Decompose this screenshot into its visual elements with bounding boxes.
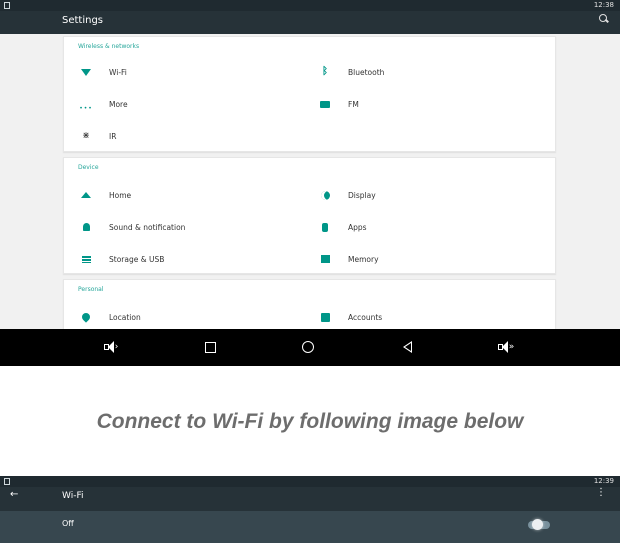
settings-toolbar: Settings (0, 11, 620, 34)
navigation-bar: › » (0, 329, 620, 366)
section-header: Wireless & networks (78, 43, 140, 50)
display-icon (319, 189, 331, 201)
overflow-menu-icon[interactable]: ⋮ (596, 488, 606, 498)
accounts-icon (319, 311, 331, 323)
settings-item-fm[interactable]: FM (319, 96, 359, 112)
page-title: Wi-Fi (62, 491, 84, 501)
more-dots-icon (80, 98, 92, 110)
search-icon[interactable] (599, 14, 608, 23)
settings-item-location[interactable]: Location (80, 309, 141, 325)
status-bar: 12:39 (0, 476, 620, 487)
bell-icon (80, 221, 92, 233)
wifi-toggle-switch[interactable] (528, 519, 550, 530)
home-icon (80, 189, 92, 201)
settings-item-display[interactable]: Display (319, 187, 376, 203)
settings-item-accounts[interactable]: Accounts (319, 309, 382, 325)
wifi-toolbar: ← Wi-Fi ⋮ (0, 487, 620, 511)
wifi-screenshot: 12:39 ← Wi-Fi ⋮ Off (0, 476, 620, 543)
wifi-icon (80, 66, 92, 78)
notification-icon (4, 2, 10, 9)
recent-apps-icon[interactable] (199, 337, 221, 357)
memory-icon (319, 253, 331, 265)
status-bar: 12:38 (0, 0, 620, 11)
section-header: Device (78, 164, 99, 171)
settings-item-bluetooth[interactable]: ᛒ Bluetooth (319, 64, 384, 80)
settings-item-wifi[interactable]: Wi-Fi (80, 64, 127, 80)
settings-item-ir[interactable]: ⋇ IR (80, 128, 116, 144)
wireless-networks-card: Wireless & networks Wi-Fi ᛒ Bluetooth Mo… (63, 36, 556, 152)
ir-icon: ⋇ (82, 130, 90, 141)
settings-item-home[interactable]: Home (80, 187, 131, 203)
apps-icon (319, 221, 331, 233)
storage-icon (80, 253, 92, 265)
back-arrow-icon[interactable]: ← (10, 489, 18, 500)
notification-icon (4, 478, 10, 485)
location-icon (80, 311, 92, 323)
instruction-caption: Connect to Wi-Fi by following image belo… (96, 410, 524, 433)
volume-down-icon[interactable]: › (100, 337, 122, 357)
toggle-knob (532, 519, 543, 530)
status-time: 12:38 (593, 1, 614, 9)
settings-item-storage[interactable]: Storage & USB (80, 251, 164, 267)
fm-radio-icon (319, 98, 331, 110)
settings-item-apps[interactable]: Apps (319, 219, 367, 235)
back-icon[interactable] (396, 337, 418, 357)
device-card: Device Home Display Sound & notification… (63, 157, 556, 274)
wifi-switch-bar[interactable]: Off (0, 511, 620, 543)
settings-item-memory[interactable]: Memory (319, 251, 379, 267)
section-header: Personal (78, 286, 104, 293)
page-title: Settings (62, 15, 104, 26)
home-circle-icon[interactable] (297, 337, 319, 357)
wifi-toggle-label: Off (62, 519, 74, 528)
settings-screenshot: 12:38 Settings Wireless & networks Wi-Fi… (0, 0, 620, 366)
settings-item-more[interactable]: More (80, 96, 128, 112)
volume-up-icon[interactable]: » (495, 337, 517, 357)
bluetooth-icon: ᛒ (322, 66, 328, 77)
settings-item-sound[interactable]: Sound & notification (80, 219, 185, 235)
status-time: 12:39 (593, 477, 614, 485)
